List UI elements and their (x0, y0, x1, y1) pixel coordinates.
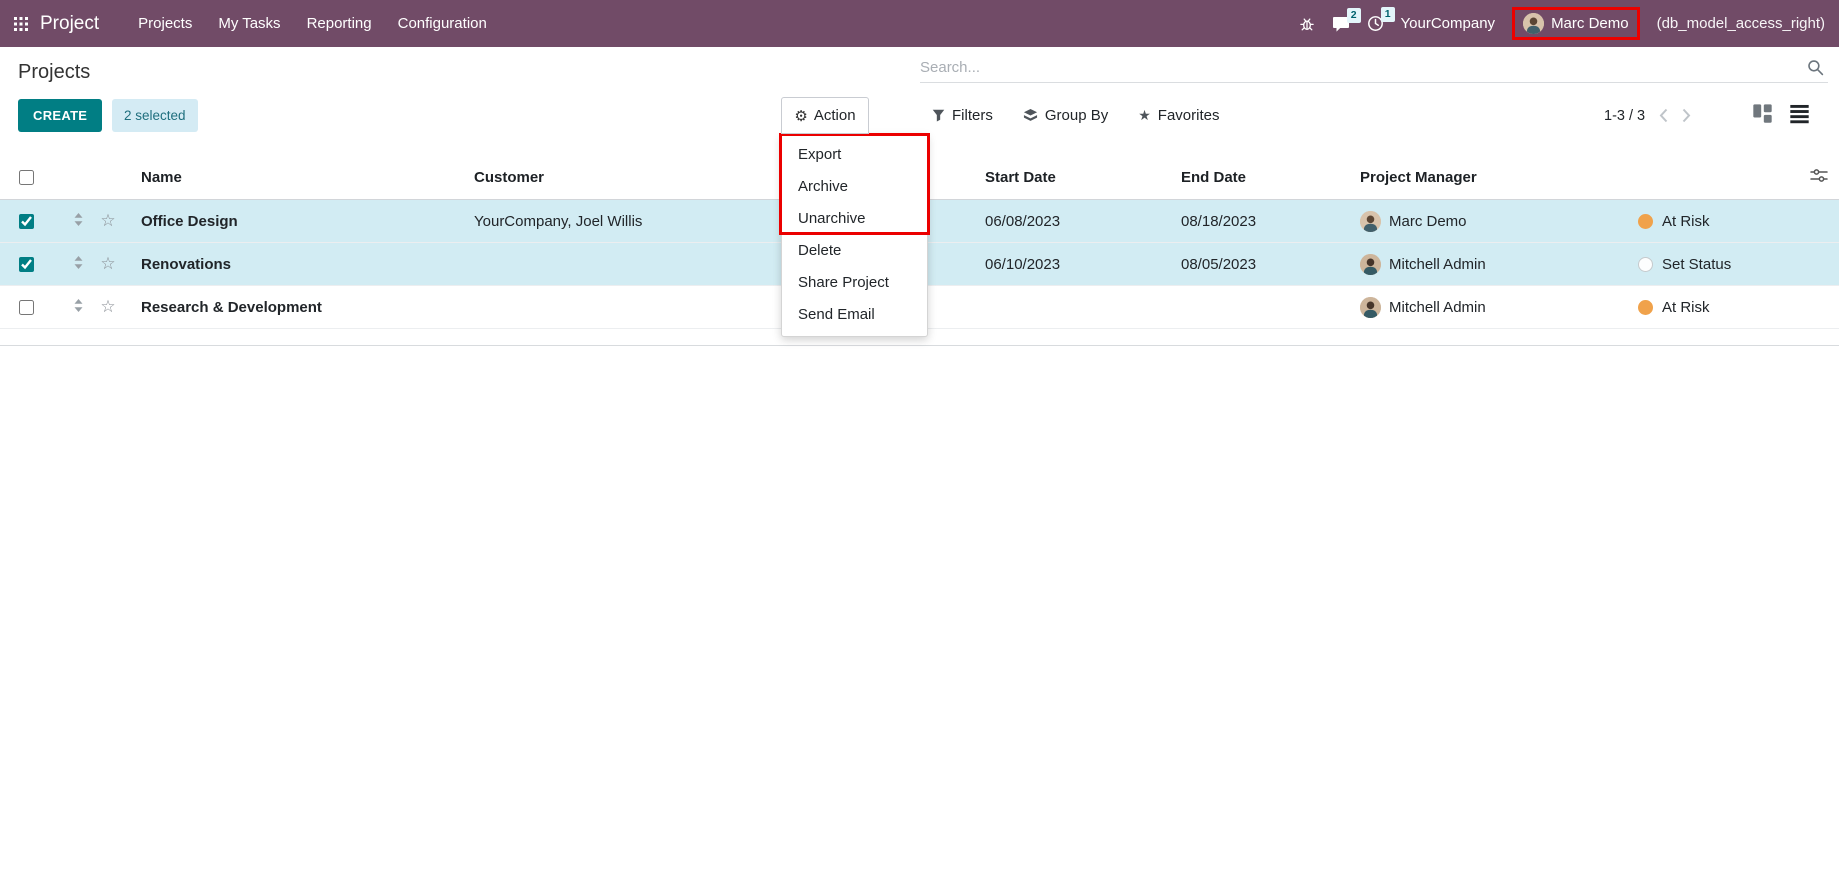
apps-grid-icon[interactable] (14, 17, 28, 31)
drag-handle-icon[interactable] (74, 299, 83, 316)
action-share-project[interactable]: Share Project (782, 267, 927, 299)
project-name: Research & Development (122, 299, 474, 316)
manager-avatar-icon (1360, 254, 1381, 275)
db-label: (db_model_access_right) (1657, 15, 1825, 32)
topbar-right-cluster: 2 1 YourCompany Marc Demo (db_model_acce… (1299, 7, 1825, 40)
pager-range: 1-3 / 3 (1604, 108, 1645, 124)
menu-reporting[interactable]: Reporting (294, 0, 385, 47)
messages-badge: 2 (1347, 8, 1361, 23)
project-start-date: 06/10/2023 (985, 256, 1181, 273)
layers-icon (1023, 108, 1038, 123)
status-dot[interactable] (1638, 257, 1653, 272)
row-checkbox[interactable] (19, 214, 34, 229)
status-dot[interactable] (1638, 214, 1653, 229)
project-end-date: 08/05/2023 (1181, 256, 1360, 273)
menu-projects[interactable]: Projects (125, 0, 205, 47)
action-menu-button[interactable]: Action (781, 97, 869, 134)
pager: 1-3 / 3 (1604, 97, 1691, 134)
user-avatar-icon (1523, 13, 1544, 34)
project-end-date: 08/18/2023 (1181, 213, 1360, 230)
page-title: Projects (18, 61, 90, 84)
manager-avatar-icon (1360, 297, 1381, 318)
list-view-icon[interactable] (1789, 103, 1810, 124)
action-delete[interactable]: Delete (782, 235, 927, 267)
search-bar (920, 52, 1828, 83)
manager-avatar-icon (1360, 211, 1381, 232)
search-options-bar: Filters Group By Favorites (932, 97, 1219, 134)
messages-icon[interactable]: 2 (1332, 16, 1350, 32)
manager-name: Marc Demo (1389, 213, 1467, 230)
project-start-date: 06/08/2023 (985, 213, 1181, 230)
column-header-start-date[interactable]: Start Date (985, 169, 1181, 186)
drag-handle-icon[interactable] (74, 256, 83, 273)
manager-name: Mitchell Admin (1389, 256, 1486, 273)
activities-icon[interactable]: 1 (1367, 15, 1384, 32)
search-input[interactable] (920, 59, 1803, 76)
status-dot[interactable] (1638, 300, 1653, 315)
pager-previous-icon[interactable] (1659, 108, 1668, 123)
column-header-name[interactable]: Name (122, 169, 474, 186)
main-menu: Projects My Tasks Reporting Configuratio… (125, 0, 500, 47)
project-name: Office Design (122, 213, 474, 230)
manager-name: Mitchell Admin (1389, 299, 1486, 316)
top-navbar: Project Projects My Tasks Reporting Conf… (0, 0, 1839, 47)
group-by-button[interactable]: Group By (1023, 107, 1108, 124)
pager-next-icon[interactable] (1682, 108, 1691, 123)
status-label[interactable]: Set Status (1662, 256, 1731, 273)
status-label[interactable]: At Risk (1662, 299, 1710, 316)
optional-columns-icon[interactable] (1810, 168, 1828, 187)
action-unarchive[interactable]: Unarchive (782, 203, 927, 235)
column-header-project-manager[interactable]: Project Manager (1360, 169, 1638, 186)
activities-badge: 1 (1381, 7, 1395, 22)
favorites-button[interactable]: Favorites (1138, 107, 1219, 124)
project-name: Renovations (122, 256, 474, 273)
row-checkbox[interactable] (19, 300, 34, 315)
search-icon[interactable] (1803, 59, 1828, 76)
kanban-view-icon[interactable] (1752, 103, 1773, 124)
selected-count-badge[interactable]: 2 selected (112, 99, 198, 132)
select-all-checkbox[interactable] (19, 170, 34, 185)
row-checkbox[interactable] (19, 257, 34, 272)
app-title[interactable]: Project (40, 13, 99, 35)
status-label[interactable]: At Risk (1662, 213, 1710, 230)
action-archive[interactable]: Archive (782, 171, 927, 203)
action-dropdown-menu: Export Archive Unarchive Delete Share Pr… (781, 134, 928, 337)
column-header-end-date[interactable]: End Date (1181, 169, 1360, 186)
menu-my-tasks[interactable]: My Tasks (205, 0, 293, 47)
filters-button[interactable]: Filters (932, 107, 993, 124)
company-switcher[interactable]: YourCompany (1401, 15, 1496, 32)
menu-configuration[interactable]: Configuration (385, 0, 500, 47)
favorites-star-icon (1138, 107, 1151, 124)
drag-handle-icon[interactable] (74, 213, 83, 230)
filter-funnel-icon (932, 109, 945, 122)
view-switcher (1752, 103, 1810, 124)
gear-icon (794, 107, 807, 125)
action-export[interactable]: Export (782, 139, 927, 171)
user-menu[interactable]: Marc Demo (1512, 7, 1640, 40)
favorite-star-icon[interactable] (100, 211, 115, 231)
favorite-star-icon[interactable] (100, 254, 115, 274)
action-label: Action (814, 107, 856, 124)
bug-icon[interactable] (1299, 16, 1315, 32)
action-send-email[interactable]: Send Email (782, 299, 927, 331)
create-button[interactable]: CREATE (18, 99, 102, 132)
favorite-star-icon[interactable] (100, 297, 115, 317)
user-name: Marc Demo (1551, 15, 1629, 32)
